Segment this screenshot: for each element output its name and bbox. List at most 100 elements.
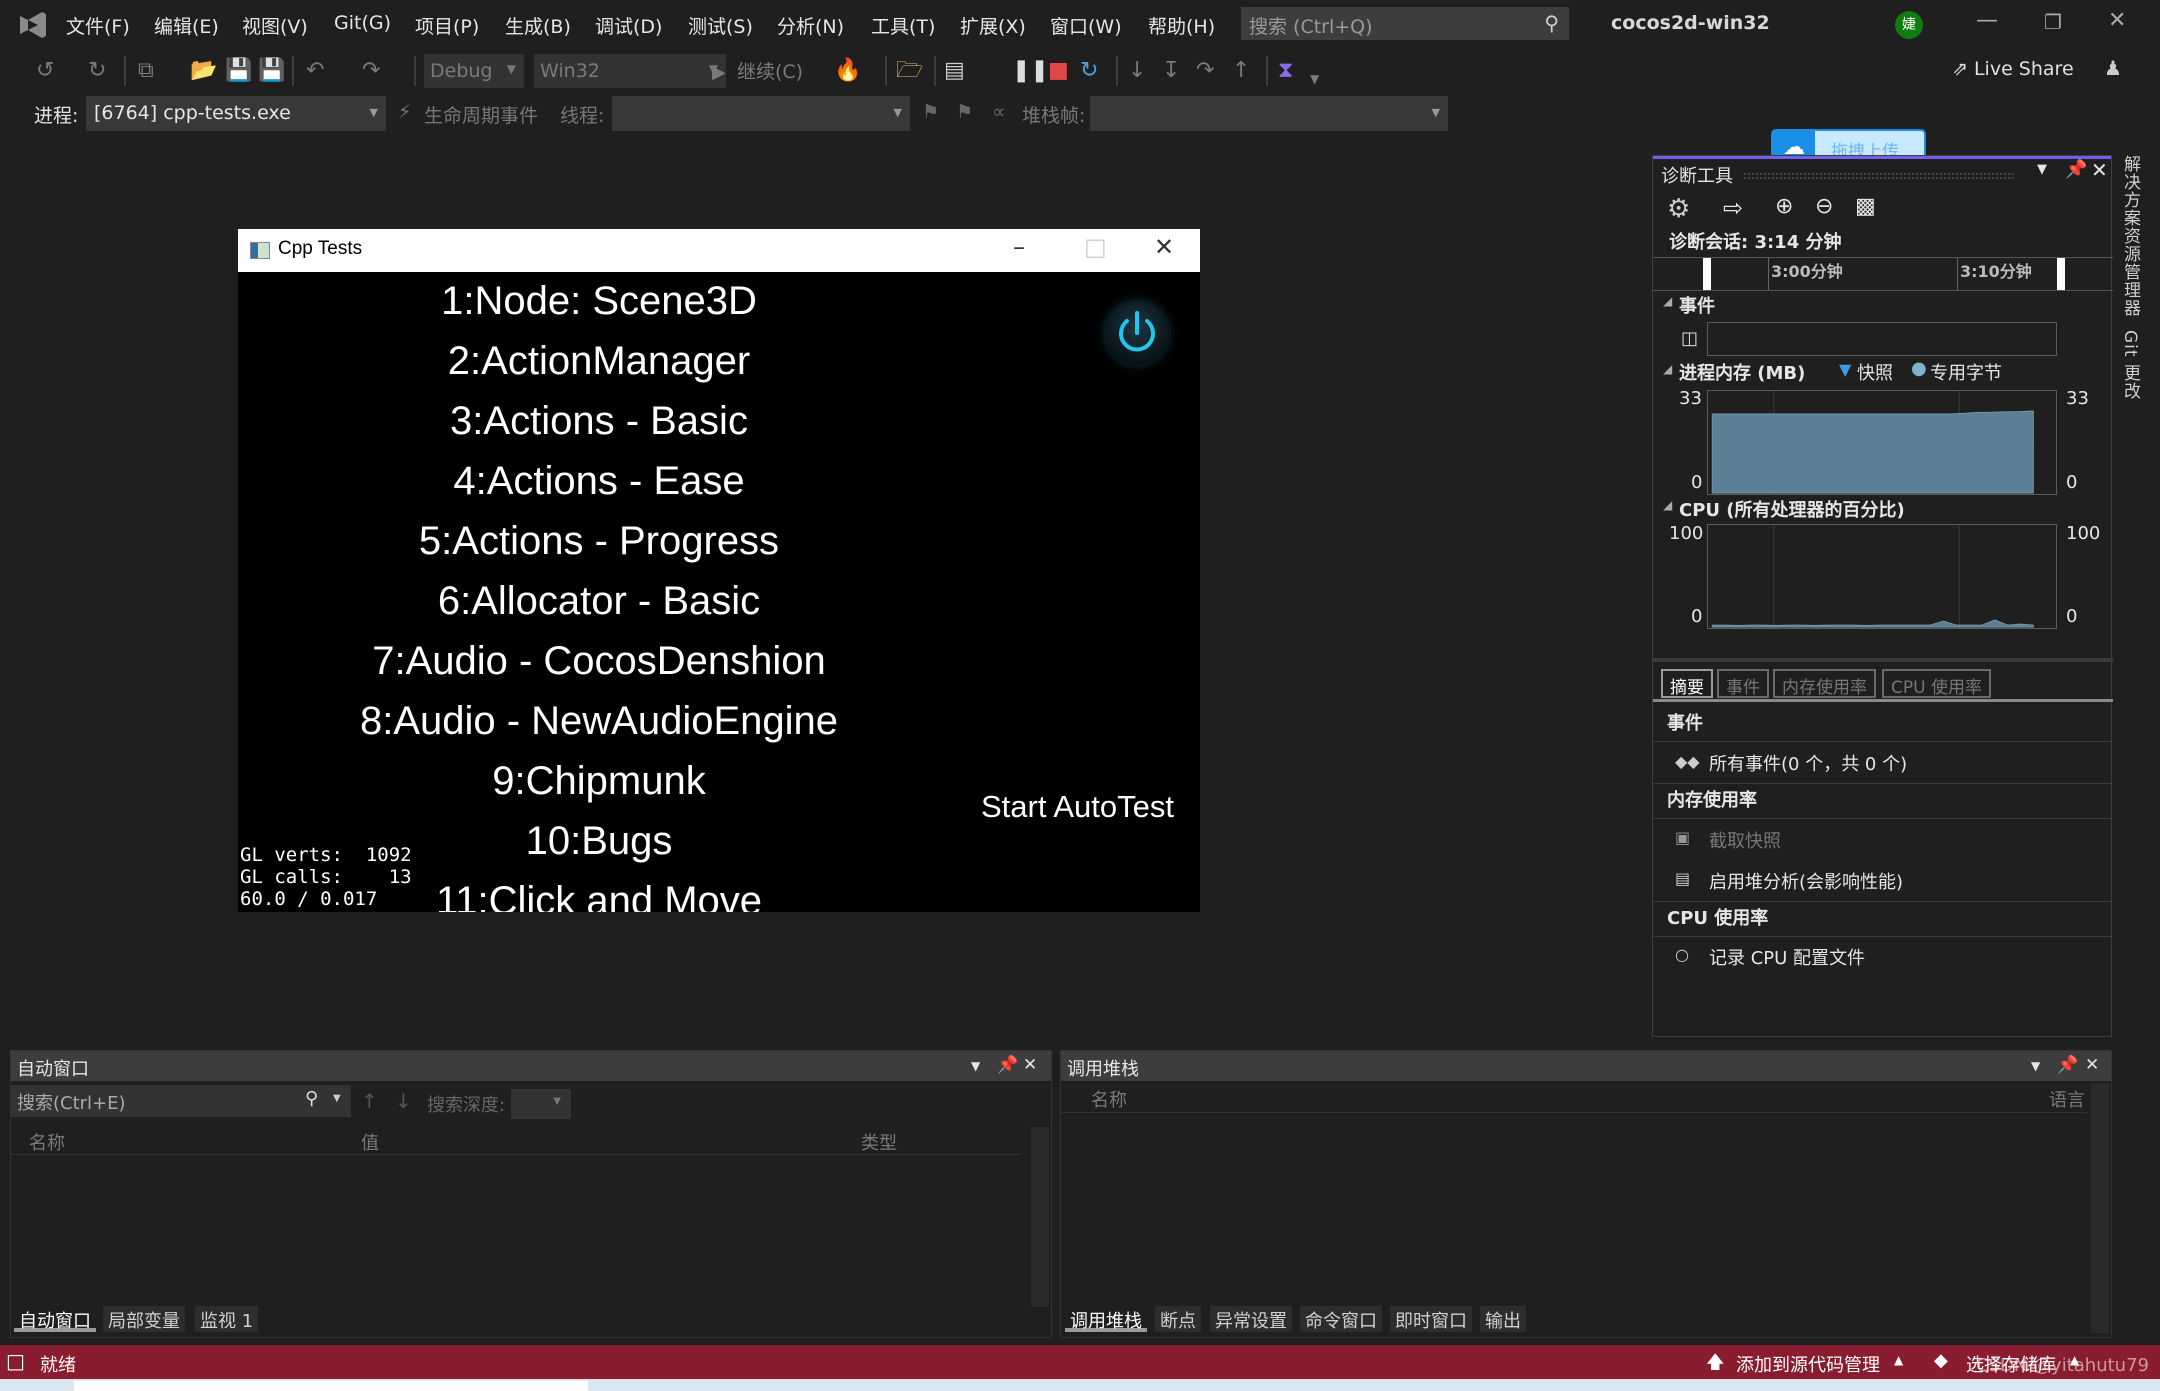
collapse-events-icon[interactable]: ◢: [1663, 294, 1672, 308]
menu-analyze[interactable]: 分析(N): [777, 12, 844, 39]
redo-icon[interactable]: ↷: [362, 58, 380, 84]
continue-play-icon[interactable]: ▶: [712, 60, 726, 86]
range-handle-left[interactable]: [1703, 258, 1711, 290]
hot-reload-icon[interactable]: 🔥: [834, 58, 861, 84]
call-stack-scrollbar[interactable]: [2091, 1083, 2109, 1333]
pin-icon[interactable]: 📌: [2057, 1055, 2078, 1075]
undo-icon[interactable]: ↶: [306, 58, 324, 84]
column-name[interactable]: 名称: [29, 1129, 65, 1155]
menu-help[interactable]: 帮助(H): [1148, 12, 1215, 39]
cpp-close-button[interactable]: ✕: [1154, 233, 1174, 261]
search-depth-select[interactable]: ▼: [511, 1089, 571, 1119]
cpp-minimize-button[interactable]: –: [1013, 233, 1025, 261]
column-type[interactable]: 类型: [861, 1129, 897, 1155]
collapse-memory-icon[interactable]: ◢: [1663, 362, 1672, 376]
tab-immediate-window[interactable]: 即时窗口: [1390, 1306, 1472, 1332]
step-over-icon[interactable]: ↧: [1162, 58, 1180, 84]
continue-button[interactable]: 继续(C): [737, 59, 803, 85]
flag-all-threads-icon[interactable]: ⚑: [956, 101, 973, 123]
thread-select[interactable]: ▼: [612, 96, 910, 131]
notification-icon[interactable]: □: [6, 1349, 25, 1373]
range-handle-right[interactable]: [2057, 258, 2065, 290]
tab-watch-1[interactable]: 监视 1: [195, 1306, 259, 1332]
close-button[interactable]: ✕: [2108, 8, 2126, 33]
stop-icon[interactable]: ■: [1048, 58, 1069, 84]
lifecycle-events-icon[interactable]: ⚡: [398, 101, 411, 123]
panel-close-icon[interactable]: ✕: [2091, 158, 2108, 182]
menu-edit[interactable]: 编辑(E): [154, 12, 219, 39]
toolbar-overflow-icon[interactable]: ▼: [1310, 66, 1319, 92]
git-changes-tab[interactable]: Git 更改: [2120, 330, 2143, 400]
cpu-chart[interactable]: [1707, 524, 2057, 629]
tab-autos[interactable]: 自动窗口: [14, 1306, 96, 1332]
search-previous-icon[interactable]: ↑: [361, 1089, 378, 1113]
search-next-icon[interactable]: ↓: [395, 1089, 412, 1113]
flag-thread-icon[interactable]: ⚑: [922, 101, 939, 123]
menu-file[interactable]: 文件(F): [66, 12, 130, 39]
tab-cpu-usage[interactable]: CPU 使用率: [1882, 669, 1991, 698]
tab-command-window[interactable]: 命令窗口: [1300, 1306, 1382, 1332]
process-select[interactable]: [6764] cpp-tests.exe ▼: [86, 96, 386, 131]
save-icon[interactable]: 💾: [225, 58, 252, 84]
restore-button[interactable]: ❐: [2044, 10, 2062, 34]
test-item[interactable]: 5:Actions - Progress: [238, 519, 960, 564]
menu-git[interactable]: Git(G): [334, 12, 391, 34]
cpp-tests-titlebar[interactable]: Cpp Tests – □ ✕: [238, 229, 1200, 272]
panel-close-icon[interactable]: ✕: [2085, 1055, 2099, 1075]
panel-menu-icon[interactable]: ▼: [2031, 1059, 2040, 1073]
start-autotest-button[interactable]: Start AutoTest: [981, 789, 1174, 825]
zoom-out-icon[interactable]: ⊖: [1815, 194, 1833, 219]
find-in-files-icon[interactable]: 🗁: [896, 58, 923, 84]
chart-select-icon[interactable]: ▩: [1855, 194, 1876, 219]
column-value[interactable]: 值: [361, 1129, 379, 1155]
test-item[interactable]: 8:Audio - NewAudioEngine: [238, 699, 960, 744]
new-project-icon[interactable]: ⧉: [138, 58, 154, 84]
pause-icon[interactable]: ❚❚: [1012, 58, 1049, 84]
events-pause-icon[interactable]: ◫: [1681, 328, 1698, 349]
restart-icon[interactable]: ↻: [1080, 58, 1098, 84]
open-file-icon[interactable]: 📂: [190, 58, 217, 84]
configuration-select[interactable]: Debug ▼: [424, 54, 524, 88]
navigate-back-icon[interactable]: ↺: [36, 58, 54, 84]
save-all-icon[interactable]: 💾: [258, 58, 285, 84]
pin-icon[interactable]: 📌: [2065, 159, 2087, 180]
test-item[interactable]: 1:Node: Scene3D: [238, 279, 960, 324]
stack-frame-select[interactable]: ▼: [1090, 96, 1448, 131]
menu-tools[interactable]: 工具(T): [871, 12, 935, 39]
memory-chart[interactable]: [1707, 390, 2057, 495]
autos-search-input[interactable]: 搜索(Ctrl+E) ⚲ ▼: [11, 1085, 351, 1117]
drag-grip[interactable]: [1743, 172, 2013, 180]
zoom-in-icon[interactable]: ⊕: [1775, 194, 1793, 219]
panel-close-icon[interactable]: ✕: [1023, 1055, 1037, 1075]
tab-breakpoints[interactable]: 断点: [1155, 1306, 1201, 1332]
tab-summary[interactable]: 摘要: [1661, 669, 1713, 698]
tab-output[interactable]: 输出: [1480, 1306, 1526, 1332]
show-threads-icon[interactable]: ∝: [992, 101, 1006, 123]
step-into-icon[interactable]: ↓: [1128, 58, 1146, 84]
tab-exception-settings[interactable]: 异常设置: [1210, 1306, 1292, 1332]
tab-call-stack[interactable]: 调用堆栈: [1065, 1306, 1147, 1332]
menu-extensions[interactable]: 扩展(X): [960, 12, 1026, 39]
taskbar-window[interactable]: [74, 1381, 588, 1391]
feedback-person-icon[interactable]: ♟: [2104, 56, 2122, 80]
test-item[interactable]: 6:Allocator - Basic: [238, 579, 960, 624]
menu-window[interactable]: 窗口(W): [1050, 12, 1122, 39]
settings-gear-icon[interactable]: ⚙: [1667, 194, 1690, 224]
lifecycle-events-button[interactable]: 生命周期事件: [424, 101, 538, 128]
menu-test[interactable]: 测试(S): [688, 12, 753, 39]
collapse-cpu-icon[interactable]: ◢: [1663, 498, 1672, 512]
cpp-maximize-button[interactable]: □: [1084, 233, 1107, 261]
splitter[interactable]: [1653, 658, 2113, 662]
menu-build[interactable]: 生成(B): [505, 12, 571, 39]
take-snapshot-button[interactable]: 截取快照: [1709, 827, 1781, 853]
panel-menu-icon[interactable]: ▼: [2037, 162, 2047, 177]
power-close-icon[interactable]: [1105, 301, 1169, 365]
tab-memory-usage[interactable]: 内存使用率: [1773, 669, 1876, 698]
test-item[interactable]: 9:Chipmunk: [238, 759, 960, 804]
minimize-button[interactable]: —: [1976, 8, 1998, 33]
pin-icon[interactable]: 📌: [997, 1055, 1018, 1075]
events-timeline[interactable]: [1707, 322, 2057, 356]
dna-debug-icon[interactable]: ⧗: [1278, 58, 1293, 84]
application-icon[interactable]: ▤: [944, 58, 965, 84]
menu-debug[interactable]: 调试(D): [595, 12, 662, 39]
